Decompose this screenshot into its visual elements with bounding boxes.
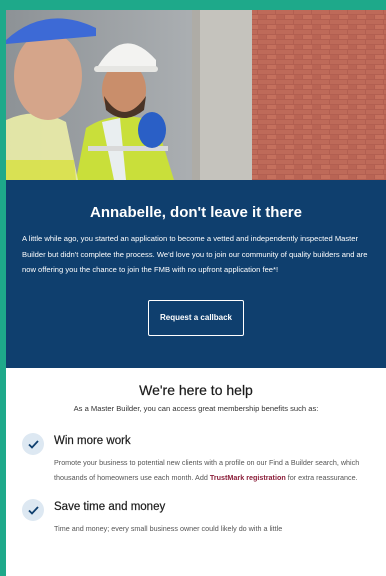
check-icon: [22, 433, 44, 455]
email-card: Annabelle, don't leave it there A little…: [6, 10, 386, 576]
banner-body: A little while ago, you started an appli…: [22, 234, 368, 274]
hero-illustration: [6, 10, 386, 180]
benefit-item: Save time and money Time and money; ever…: [22, 499, 370, 536]
benefit-text: Time and money; every small business own…: [54, 524, 283, 533]
benefit-item: Win more work Promote your business to p…: [22, 433, 370, 485]
benefit-title: Win more work: [54, 435, 131, 447]
offer-banner: Annabelle, don't leave it there A little…: [6, 180, 386, 368]
help-heading: We're here to help: [139, 382, 253, 398]
benefit-text: Promote your business to potential new c…: [54, 458, 360, 482]
check-icon: [22, 499, 44, 521]
trustmark-registration-link[interactable]: TrustMark registration: [210, 473, 286, 482]
help-intro: As a Master Builder, you can access grea…: [73, 404, 319, 413]
benefit-title: Save time and money: [54, 501, 166, 513]
help-section: We're here to help As a Master Builder, …: [6, 368, 386, 536]
hero-image: [6, 10, 386, 180]
banner-heading: Annabelle, don't leave it there: [90, 204, 302, 221]
request-callback-button[interactable]: Request a callback: [148, 299, 244, 336]
